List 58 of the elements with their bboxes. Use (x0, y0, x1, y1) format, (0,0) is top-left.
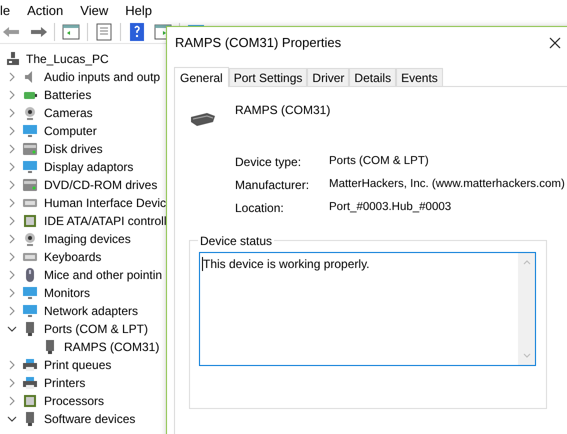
menu-item[interactable]: Action (27, 0, 64, 20)
tree-item[interactable]: Printers (44, 374, 86, 392)
monitor-icon (22, 123, 38, 139)
drive-icon (22, 177, 38, 193)
chevron-down-icon[interactable] (7, 414, 17, 424)
tab[interactable]: Details (349, 68, 396, 86)
property-label: Device type: (235, 154, 302, 170)
menu-item[interactable]: Help (125, 0, 152, 20)
tree-item[interactable]: Cameras (44, 104, 93, 122)
tree-item[interactable]: Software devices (44, 410, 136, 428)
property-label: Location: (235, 200, 285, 216)
tree-item[interactable]: Display adaptors (44, 158, 134, 176)
tree-item[interactable]: DVD/CD-ROM drives (44, 176, 158, 194)
chip-icon (22, 213, 38, 229)
tree-item[interactable]: Processors (44, 392, 104, 410)
printer-icon (22, 375, 38, 391)
camera-icon (22, 105, 38, 121)
device-name: RAMPS (COM31) (235, 102, 330, 119)
property-label: Manufacturer: (235, 176, 310, 194)
close-icon[interactable] (549, 37, 561, 49)
tree-item[interactable]: Print queues (44, 356, 112, 374)
monitor-icon (22, 285, 38, 301)
tree-item[interactable]: Network adapters (44, 302, 138, 320)
chip-icon (22, 393, 38, 409)
tab[interactable]: General (174, 67, 229, 87)
tree-item[interactable]: Computer (44, 122, 97, 140)
tree-item[interactable]: Batteries (44, 86, 92, 104)
property-value: Port_#0003.Hub_#0003 (329, 200, 452, 215)
tree-item[interactable]: Human Interface Devic (44, 194, 166, 212)
tree-item[interactable]: Disk drives (44, 140, 103, 158)
menu-item[interactable]: View (80, 0, 108, 20)
status-text-area[interactable]: This device is working properly. (199, 252, 536, 366)
property-value: Ports (COM & LPT) (329, 154, 429, 169)
menu-item[interactable]: le (0, 0, 10, 20)
monitor-icon (22, 303, 38, 319)
tree-item[interactable]: Monitors (44, 284, 90, 302)
tree-item[interactable]: Imaging devices (44, 230, 131, 248)
help-icon[interactable] (127, 22, 147, 40)
tree-root[interactable]: The_Lucas_PC (26, 50, 109, 68)
printer-icon (22, 357, 38, 373)
camera-icon (22, 231, 38, 247)
tab[interactable]: Driver (307, 68, 350, 86)
document-icon[interactable] (94, 22, 114, 40)
properties-pane-icon[interactable] (61, 22, 81, 40)
drive-icon (22, 141, 38, 157)
tree-item[interactable]: Keyboards (44, 248, 102, 266)
tree-item[interactable]: Audio inputs and outp (44, 68, 160, 86)
tree-item[interactable]: Mice and other pointin (44, 266, 162, 284)
tab[interactable]: Events (396, 68, 443, 86)
tree-item[interactable]: Ports (COM & LPT) (44, 320, 148, 338)
tree-item[interactable]: IDE ATA/ATAPI controll (44, 212, 166, 230)
monitor-icon (22, 159, 38, 175)
tree-item[interactable]: RAMPS (COM31) (64, 338, 160, 356)
property-value: MatterHackers, Inc. (www.matterhackers.com) (329, 176, 565, 192)
computer-tower-icon (6, 51, 20, 67)
tab[interactable]: Port Settings (228, 68, 308, 86)
chevron-down-icon[interactable] (7, 324, 17, 334)
window-title: RAMPS (COM31) Properties (175, 34, 342, 52)
